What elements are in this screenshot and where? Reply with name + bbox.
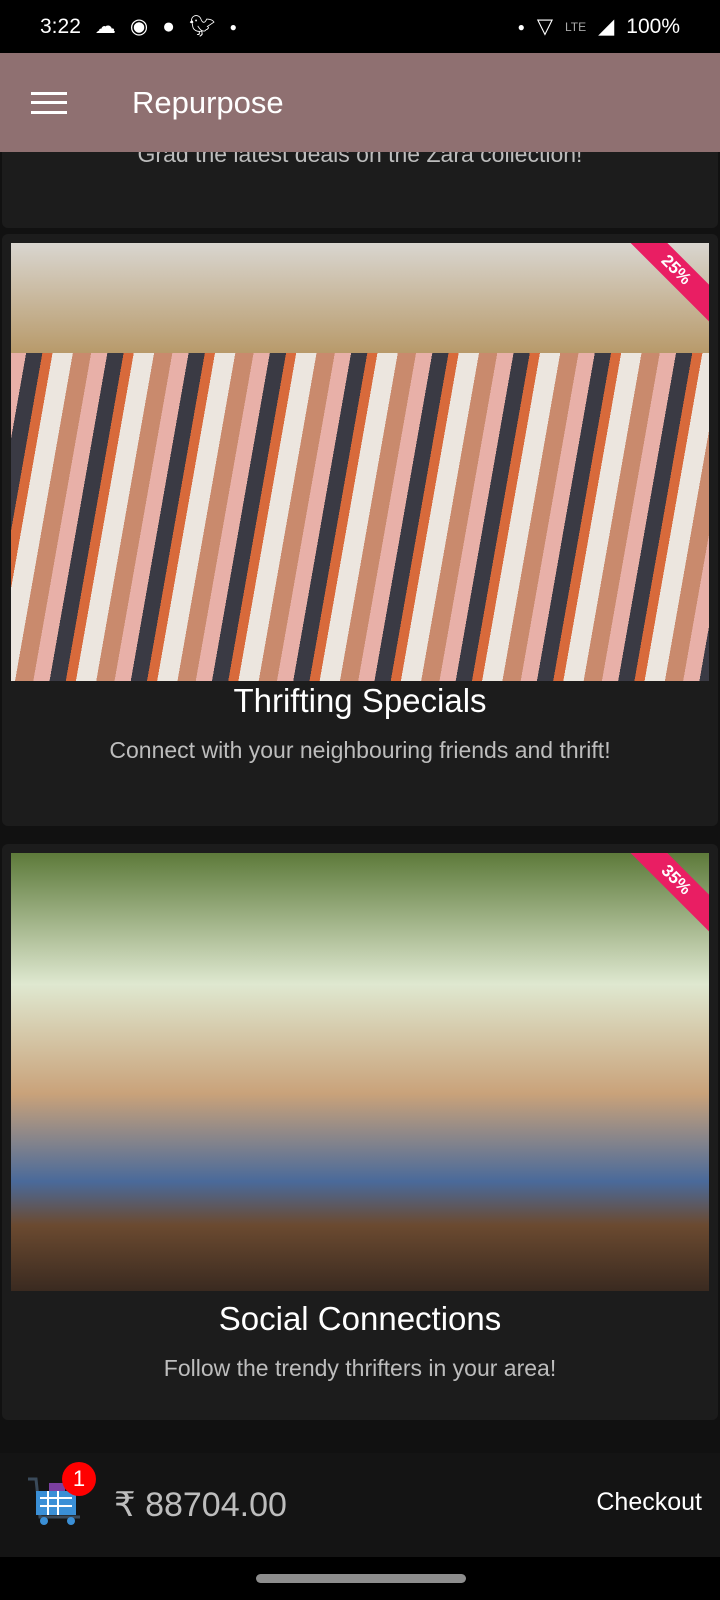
dot-icon: ● bbox=[229, 19, 237, 34]
signal-icon: ◢ bbox=[598, 15, 615, 38]
status-time: 3:22 bbox=[40, 14, 81, 38]
deal-card-thrifting[interactable]: 25% Thrifting Specials Connect with your… bbox=[2, 234, 718, 826]
dot-icon: ● bbox=[517, 19, 525, 34]
checkout-button[interactable]: Checkout bbox=[596, 1488, 702, 1517]
discount-ribbon: 35% bbox=[613, 853, 709, 943]
card-title: Social Connections bbox=[218, 1300, 502, 1337]
cart-count-badge: 1 bbox=[62, 1462, 96, 1496]
card-subtitle: Follow the trendy thrifters in your area… bbox=[163, 1355, 557, 1381]
card-subtitle: Connect with your neighbouring friends a… bbox=[109, 737, 611, 763]
clothes-rack-image: 25% bbox=[11, 243, 709, 681]
wifi-icon: ▽ bbox=[536, 15, 553, 38]
card-title: Thrifting Specials bbox=[233, 682, 487, 719]
app-title: Repurpose bbox=[132, 84, 284, 120]
battery-level: 100% bbox=[626, 14, 680, 38]
cloud-icon: ☁ bbox=[94, 15, 116, 38]
discord-icon: ◉ bbox=[129, 15, 149, 38]
network-label: LTE bbox=[565, 19, 587, 34]
menu-icon[interactable] bbox=[31, 91, 67, 114]
status-bar: 3:22 ☁ ◉ ● 🐦︎ ● ● ▽ LTE ◢ 100% bbox=[0, 0, 720, 53]
app-icon: ● bbox=[162, 14, 175, 38]
home-gesture-handle[interactable] bbox=[256, 1574, 466, 1583]
cart-total: ₹ 88704.00 bbox=[114, 1486, 287, 1524]
friends-group-image: 35% bbox=[11, 853, 709, 1291]
twitter-icon: 🐦︎ bbox=[188, 14, 216, 38]
deal-card-social[interactable]: 35% Social Connections Follow the trendy… bbox=[2, 844, 718, 1420]
app-bar: Repurpose bbox=[0, 53, 720, 152]
